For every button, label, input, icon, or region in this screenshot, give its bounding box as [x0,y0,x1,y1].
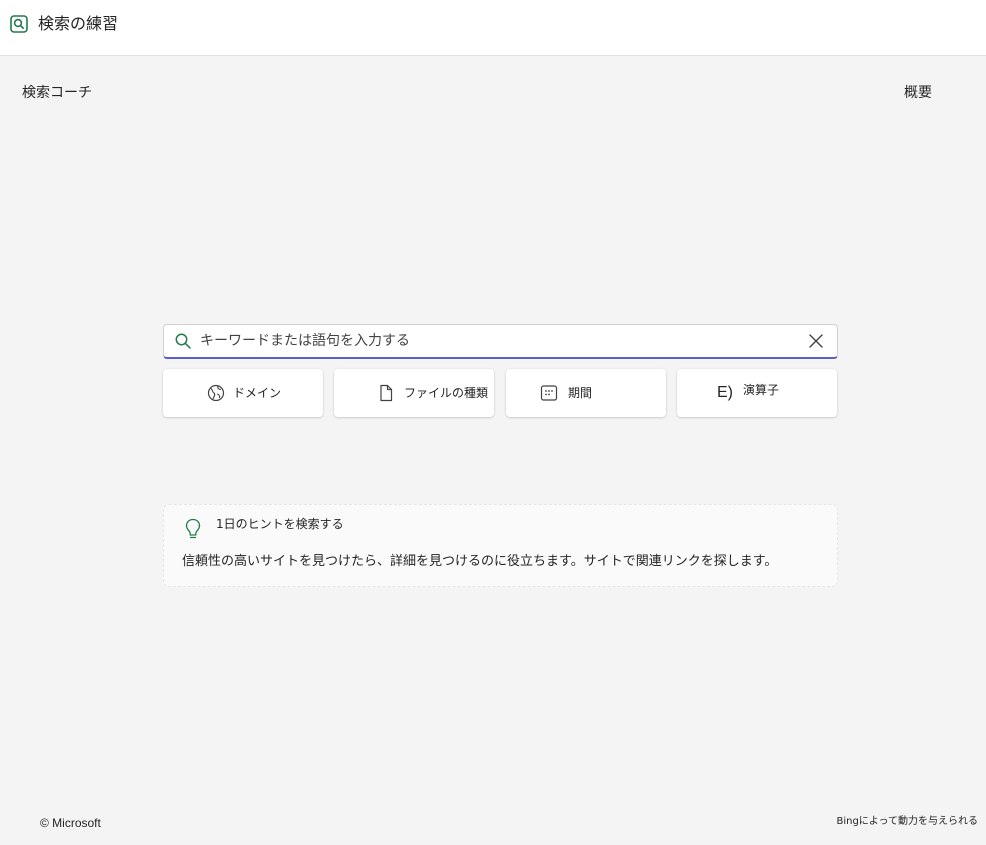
time-period-filter-label: 期間 [568,386,593,400]
time-period-filter-button[interactable]: 期間 [506,369,666,417]
search-coach-link[interactable]: 検索コーチ [22,84,92,102]
copyright-text: © Microsoft [40,816,101,830]
search-box [163,324,838,359]
domain-filter-button[interactable]: ドメイン [163,369,323,417]
search-app-icon [10,15,28,33]
overview-link[interactable]: 概要 [904,84,932,102]
search-tip-card: 1日のヒントを検索する 信頼性の高いサイトを見つけたら、詳細を見つけるのに役立ち… [163,504,838,587]
title-bar: 検索の練習 [0,0,986,56]
globe-icon [207,384,225,402]
document-icon [380,384,393,402]
app-title: 検索の練習 [38,14,119,33]
domain-filter-label: ドメイン [233,386,282,400]
tip-title: 1日のヒントを検索する [216,517,344,531]
search-icon [175,333,191,349]
operator-filter-label: 演算子 [743,383,780,397]
operator-filter-button[interactable]: E) 演算子 [677,369,837,417]
search-input[interactable] [200,329,790,353]
operator-icon: E) [717,384,733,401]
close-icon[interactable] [808,333,824,349]
lightbulb-icon [185,518,201,539]
tip-body: 信頼性の高いサイトを見つけたら、詳細を見つけるのに役立ちます。サイトで関連リンク… [182,554,778,569]
calendar-icon [540,385,558,401]
file-type-filter-button[interactable]: ファイルの種類 [334,369,494,417]
file-type-filter-label: ファイルの種類 [404,386,489,400]
powered-by-text: Bingによって動力を与えられる [836,816,978,827]
